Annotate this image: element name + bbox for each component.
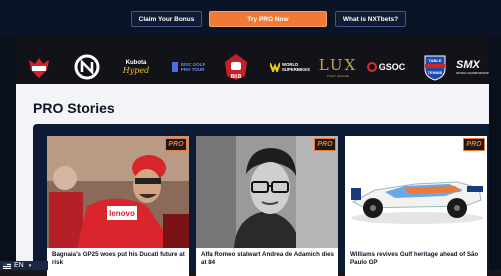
- story-title[interactable]: Bagnaia's GP25 woes put his Ducati futur…: [52, 251, 186, 267]
- lux-subtext: FIGHT LEAGUE: [327, 74, 349, 78]
- top-nav-bar: Claim Your Bonus Try PRO Now What is NXT…: [0, 0, 501, 36]
- disc-golf-text: DISC GOLF PRO TOUR: [181, 62, 206, 72]
- pro-stories-panel: lenovo PRO Bagnaia's GP25 woes put his D…: [33, 124, 489, 276]
- section-title: PRO Stories: [33, 100, 115, 116]
- table-tennis-logo[interactable]: TABLE TENNIS: [421, 50, 449, 84]
- bkb-fist-icon: BKB: [225, 54, 247, 80]
- pro-badge: PRO: [463, 138, 485, 151]
- athletes-unlimited-logo[interactable]: [72, 50, 102, 84]
- story-card[interactable]: lenovo PRO Bagnaia's GP25 woes put his D…: [47, 136, 189, 276]
- language-code: EN: [14, 262, 24, 269]
- bkb-logo[interactable]: BKB: [221, 50, 251, 84]
- us-flag-icon: [3, 262, 11, 269]
- pbr-logo[interactable]: [24, 50, 54, 84]
- bkb-text: BKB: [231, 74, 242, 80]
- right-edge: [489, 0, 501, 270]
- lenovo-text: lenovo: [109, 209, 135, 218]
- circle-n-icon: [74, 54, 100, 80]
- story-image-rider: lenovo: [47, 136, 189, 248]
- wsbk-icon: [270, 62, 281, 72]
- claim-bonus-button[interactable]: Claim Your Bonus: [131, 11, 202, 27]
- left-edge: [0, 0, 16, 270]
- language-selector[interactable]: EN ▾: [0, 261, 48, 270]
- lux-fight-league-logo[interactable]: LUX FIGHT LEAGUE: [318, 50, 358, 84]
- try-pro-button[interactable]: Try PRO Now: [209, 11, 327, 27]
- story-card[interactable]: PRO Alfa Romeo stalwart Andrea de Adamic…: [196, 136, 338, 276]
- story-image-car: [345, 136, 487, 248]
- smx-text: SMX: [456, 59, 480, 71]
- gsoc-logo[interactable]: GSOC: [366, 50, 406, 84]
- pro-badge: PRO: [165, 138, 187, 151]
- hyped-text: Hyped: [122, 65, 150, 75]
- world-superbikes-logo[interactable]: WORLD SUPERBIKES: [266, 50, 314, 84]
- wsbk-text: WORLD SUPERBIKES: [282, 62, 310, 72]
- story-title[interactable]: Alfa Romeo stalwart Andrea de Adamich di…: [201, 251, 335, 267]
- story-card[interactable]: PRO Williams revives Gulf heritage ahead…: [345, 136, 487, 276]
- table-tennis-line1: TABLE: [428, 58, 441, 63]
- disc-golf-pro-tour-logo[interactable]: DISC GOLF PRO TOUR: [166, 50, 210, 84]
- what-is-nxtbets-button[interactable]: What is NXTbets?: [335, 11, 406, 27]
- kubota-hyped-logo[interactable]: Kubota Hyped: [116, 50, 156, 84]
- wsbk-line2: SUPERBIKES: [282, 67, 310, 72]
- pro-badge: PRO: [314, 138, 336, 151]
- table-tennis-line2: TENNIS: [428, 70, 443, 75]
- table-tennis-shield-icon: TABLE TENNIS: [424, 55, 446, 81]
- disc-golf-line2: PRO TOUR: [180, 67, 205, 72]
- main-content: PRO Stories lenovo PRO Bagnaia's GP25 wo…: [16, 84, 489, 276]
- disc-golf-icon: [171, 62, 178, 72]
- smx-logo[interactable]: SMX WORLD CHAMPIONSHIP: [456, 50, 489, 84]
- smx-subtext: WORLD CHAMPIONSHIP: [456, 71, 489, 75]
- lux-text: LUX: [318, 56, 358, 74]
- gsoc-icon: [366, 62, 377, 72]
- chevron-down-icon: ▾: [28, 262, 32, 269]
- gsoc-text: GSOC: [378, 62, 406, 72]
- story-image-portrait: [196, 136, 338, 248]
- story-title[interactable]: Williams revives Gulf heritage ahead of …: [350, 251, 484, 267]
- pbr-bull-icon: [29, 58, 49, 78]
